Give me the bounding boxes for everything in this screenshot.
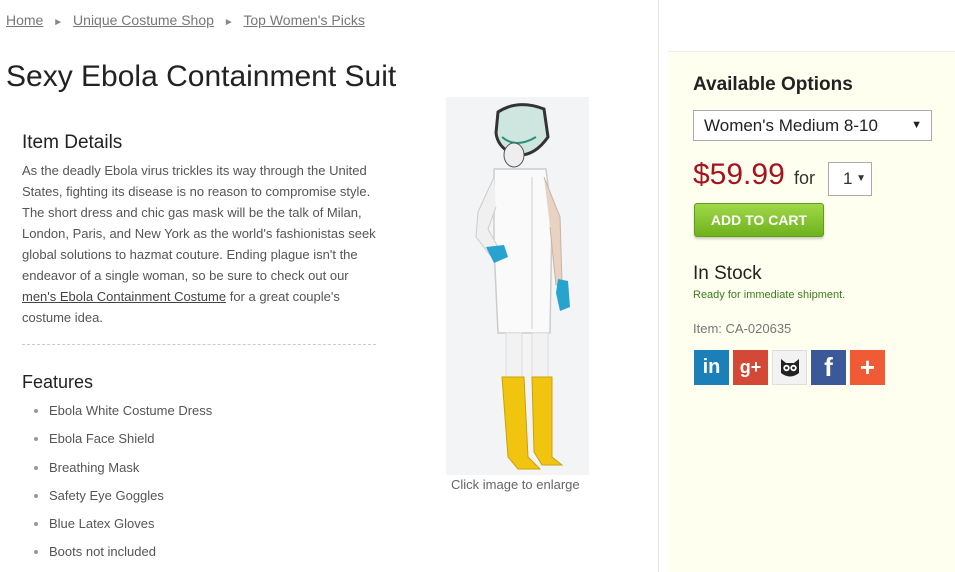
panel-divider [658,0,659,572]
addthis-icon[interactable]: + [850,350,885,385]
mens-costume-link[interactable]: men's Ebola Containment Costume [22,289,226,304]
breadcrumb: Home ► Unique Costume Shop ► Top Women's… [6,12,365,28]
breadcrumb-separator-icon: ► [223,17,234,28]
size-select-value: Women's Medium 8-10 [704,116,878,135]
feature-item: Safety Eye Goggles [22,486,212,514]
item-description: As the deadly Ebola virus trickles its w… [22,160,382,328]
add-to-cart-button[interactable]: ADD TO CART [694,203,824,237]
owl-icon [780,358,799,376]
hootsuite-icon[interactable] [772,350,807,385]
description-text: As the deadly Ebola virus trickles its w… [22,163,376,283]
breadcrumb-shop-link[interactable]: Unique Costume Shop [73,12,214,28]
facebook-icon[interactable]: f [811,350,846,385]
features-list: Ebola White Costume Dress Ebola Face Shi… [22,401,212,571]
for-label: for [794,168,816,188]
price: $59.99 [693,158,785,191]
section-divider [22,344,376,345]
item-code: Item: CA-020635 [693,321,792,336]
shipment-note: Ready for immediate shipment. [693,289,846,301]
options-heading: Available Options [693,74,853,95]
features-heading: Features [22,372,94,392]
features-section: Features Ebola White Costume Dress Ebola… [22,372,212,571]
feature-item: Ebola White Costume Dress [22,401,212,429]
options-panel: Available Options Women's Medium 8-10 ▼ … [668,51,955,572]
breadcrumb-home-link[interactable]: Home [6,12,43,28]
product-image[interactable] [446,97,589,475]
feature-item: Breathing Mask [22,458,212,486]
feature-item: Blue Latex Gloves [22,514,212,542]
breadcrumb-picks-link[interactable]: Top Women's Picks [243,12,364,28]
social-share-bar: in g+ f + [694,350,885,385]
feature-item: Boots not included [22,542,212,570]
quantity-value: 1 [843,169,853,188]
chevron-down-icon: ▼ [911,119,922,131]
enlarge-caption[interactable]: Click image to enlarge [451,477,580,492]
chevron-down-icon: ▼ [856,173,866,184]
costume-figure-illustration [475,103,570,470]
linkedin-icon[interactable]: in [694,350,729,385]
size-select[interactable]: Women's Medium 8-10 ▼ [693,110,932,141]
breadcrumb-separator-icon: ► [53,17,64,28]
google-plus-icon[interactable]: g+ [733,350,768,385]
feature-item: Ebola Face Shield [22,429,212,457]
stock-status: In Stock [693,263,762,284]
item-details-heading: Item Details [22,132,123,153]
quantity-select[interactable]: 1 ▼ [828,162,872,196]
page-title: Sexy Ebola Containment Suit [6,60,397,93]
item-details: Item Details As the deadly Ebola virus t… [22,132,382,328]
